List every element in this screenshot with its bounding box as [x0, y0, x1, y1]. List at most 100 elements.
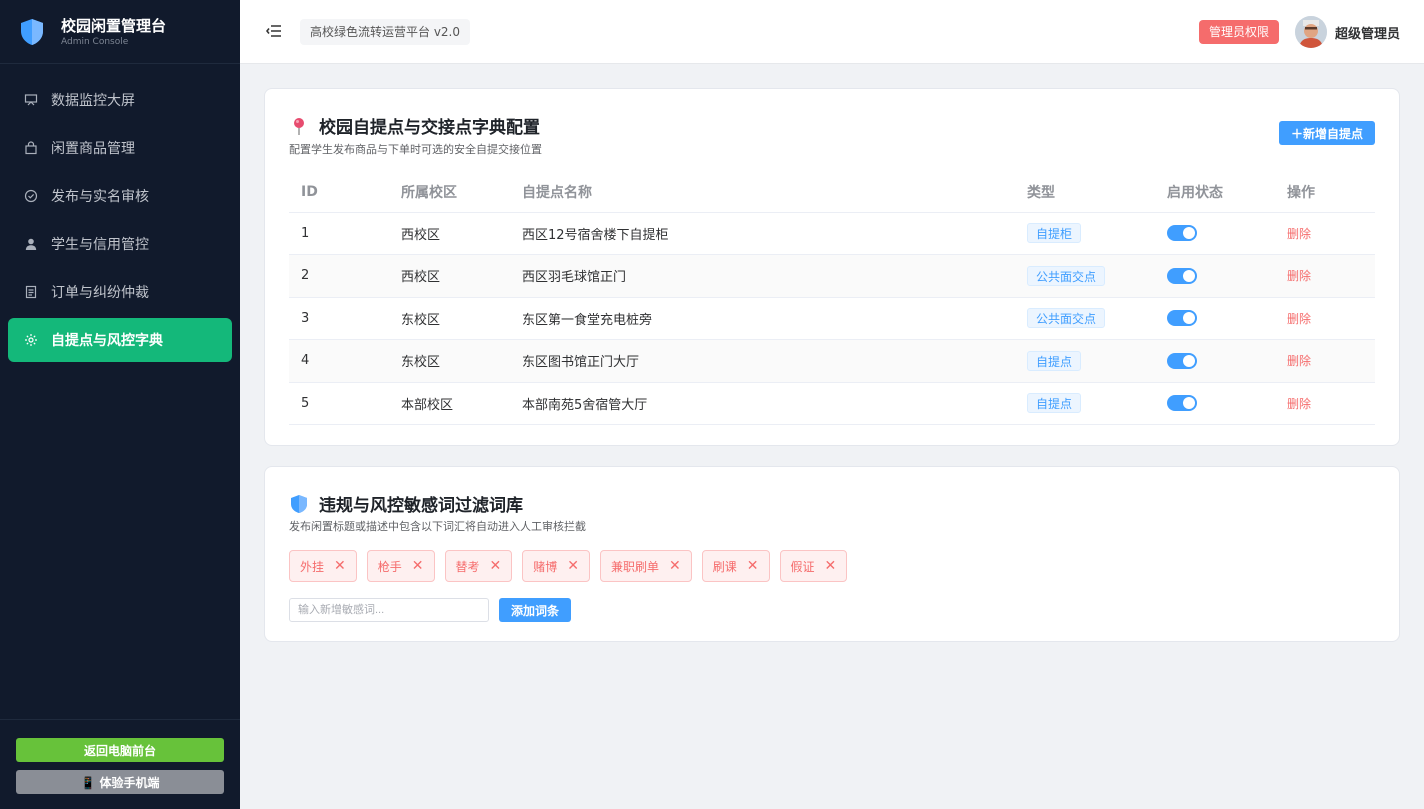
- cell-id: 5: [289, 382, 389, 425]
- add-pickup-button[interactable]: ＋新增自提点: [1279, 121, 1375, 145]
- cell-status: [1155, 339, 1275, 383]
- gear-icon: [24, 333, 38, 347]
- cell-action: 删除: [1275, 382, 1375, 425]
- close-icon[interactable]: ✕: [490, 558, 502, 574]
- word-tag: 假证 ✕: [779, 550, 848, 582]
- pickup-points-card: 校园自提点与交接点字典配置 配置学生发布商品与下单时可选的安全自提交接位置 ＋新…: [264, 88, 1400, 446]
- close-icon[interactable]: ✕: [412, 558, 424, 574]
- table-row: 1 西校区 西区12号宿舍楼下自提柜 自提柜 删除: [289, 212, 1375, 255]
- type-tag: 自提点: [1027, 350, 1082, 371]
- type-tag: 自提柜: [1027, 223, 1082, 244]
- words-card-title: 违规与风控敏感词过滤词库: [289, 491, 523, 516]
- sidebar-item-dictionary[interactable]: 自提点与风控字典: [8, 318, 232, 362]
- delete-link[interactable]: 删除: [1287, 269, 1311, 283]
- column-header-name[interactable]: 自提点名称: [510, 173, 1015, 213]
- sidebar-item-label: 闲置商品管理: [51, 141, 135, 157]
- delete-link[interactable]: 删除: [1287, 227, 1311, 241]
- words-subtitle: 发布闲置标题或描述中包含以下词汇将自动进入人工审核拦截: [289, 520, 586, 533]
- cell-name: 西区12号宿舍楼下自提柜: [510, 212, 1015, 255]
- pickup-card-title: 校园自提点与交接点字典配置: [289, 113, 540, 138]
- brand: 校园闲置管理台 Admin Console: [0, 0, 240, 64]
- enabled-toggle[interactable]: [1167, 225, 1197, 242]
- cell-action: 删除: [1275, 339, 1375, 383]
- user-icon: [24, 237, 38, 251]
- sidebar-footer: 返回电脑前台 📱 体验手机端: [0, 719, 240, 809]
- menu-fold-icon[interactable]: [266, 24, 282, 38]
- monitor-icon: [24, 93, 38, 107]
- word-tag: 枪手 ✕: [366, 550, 435, 582]
- word-tag: 刷课 ✕: [701, 550, 770, 582]
- word-tag-label: 兼职刷单: [611, 559, 660, 574]
- brand-title: 校园闲置管理台: [61, 16, 167, 35]
- column-header-id[interactable]: ID: [289, 173, 389, 213]
- table-row: 2 西校区 西区羽毛球馆正门 公共面交点 删除: [289, 254, 1375, 298]
- cell-status: [1155, 254, 1275, 298]
- sidebar: 校园闲置管理台 Admin Console 数据监控大屏 闲置商品管理 发布与实…: [0, 0, 240, 809]
- sidebar-item-audit[interactable]: 发布与实名审核: [8, 174, 232, 218]
- top-header: 高校绿色流转运营平台 v2.0 管理员权限 超级管理员: [240, 0, 1424, 64]
- map-pin-icon: [294, 117, 304, 135]
- pickup-title-text: 校园自提点与交接点字典配置: [319, 118, 540, 138]
- table-row: 4 东校区 东区图书馆正门大厅 自提点 删除: [289, 339, 1375, 383]
- new-word-input[interactable]: [289, 598, 489, 622]
- word-tag: 兼职刷单 ✕: [600, 550, 692, 582]
- sidebar-menu: 数据监控大屏 闲置商品管理 发布与实名审核 学生与信用管控 订单与纠纷仲裁 自提…: [0, 64, 240, 362]
- close-icon[interactable]: ✕: [747, 558, 759, 574]
- close-icon[interactable]: ✕: [567, 558, 579, 574]
- column-header-status[interactable]: 启用状态: [1155, 173, 1275, 213]
- close-icon[interactable]: ✕: [825, 558, 837, 574]
- close-icon[interactable]: ✕: [334, 558, 346, 574]
- column-header-campus[interactable]: 所属校区: [389, 173, 510, 213]
- cell-type: 自提点: [1015, 382, 1155, 425]
- enabled-toggle[interactable]: [1167, 310, 1197, 327]
- table-row: 3 东校区 东区第一食堂充电桩旁 公共面交点 删除: [289, 297, 1375, 340]
- type-tag: 公共面交点: [1027, 265, 1106, 286]
- enabled-toggle[interactable]: [1167, 395, 1197, 412]
- enabled-toggle[interactable]: [1167, 352, 1197, 369]
- check-circle-icon: [24, 189, 38, 203]
- cell-status: [1155, 382, 1275, 425]
- add-word-button[interactable]: 添加词条: [499, 598, 571, 622]
- cell-campus: 东校区: [389, 297, 510, 340]
- sidebar-item-label: 发布与实名审核: [51, 189, 149, 205]
- delete-link[interactable]: 删除: [1287, 397, 1311, 411]
- cell-campus: 本部校区: [389, 382, 510, 425]
- cell-action: 删除: [1275, 212, 1375, 255]
- shield-logo-icon: [21, 18, 43, 45]
- sidebar-item-students[interactable]: 学生与信用管控: [8, 222, 232, 266]
- word-tag-label: 外挂: [300, 559, 325, 574]
- cell-id: 1: [289, 212, 389, 255]
- avatar-image: [1295, 16, 1327, 48]
- sidebar-item-orders[interactable]: 订单与纠纷仲裁: [8, 270, 232, 314]
- enabled-toggle[interactable]: [1167, 267, 1197, 284]
- cell-id: 4: [289, 339, 389, 383]
- sidebar-item-label: 自提点与风控字典: [51, 333, 163, 349]
- word-tag-label: 替考: [455, 559, 480, 574]
- sidebar-item-label: 学生与信用管控: [51, 237, 149, 253]
- cell-name: 东区第一食堂充电桩旁: [510, 297, 1015, 340]
- role-badge: 管理员权限: [1199, 20, 1279, 44]
- word-tag: 外挂 ✕: [289, 550, 357, 582]
- word-tag: 替考 ✕: [444, 550, 513, 582]
- sidebar-item-goods[interactable]: 闲置商品管理: [8, 126, 232, 170]
- sensitive-word-list: 外挂 ✕ 枪手 ✕ 替考 ✕ 赌博 ✕ 兼职刷单 ✕ 刷课 ✕ 假证 ✕: [289, 550, 857, 582]
- back-to-pc-button[interactable]: 返回电脑前台: [16, 738, 224, 762]
- word-tag-label: 假证: [790, 559, 815, 574]
- sidebar-item-monitor[interactable]: 数据监控大屏: [8, 78, 232, 122]
- words-title-text: 违规与风控敏感词过滤词库: [319, 496, 523, 516]
- avatar[interactable]: [1295, 16, 1327, 48]
- document-icon: [24, 285, 38, 299]
- type-tag: 公共面交点: [1027, 308, 1106, 329]
- cell-action: 删除: [1275, 297, 1375, 340]
- delete-link[interactable]: 删除: [1287, 312, 1311, 326]
- cell-id: 2: [289, 254, 389, 298]
- cell-campus: 西校区: [389, 212, 510, 255]
- admin-name[interactable]: 超级管理员: [1335, 23, 1400, 42]
- brand-subtitle: Admin Console: [61, 36, 129, 47]
- mobile-experience-button[interactable]: 📱 体验手机端: [16, 770, 224, 794]
- close-icon[interactable]: ✕: [669, 558, 681, 574]
- delete-link[interactable]: 删除: [1287, 354, 1311, 368]
- type-tag: 自提点: [1027, 393, 1082, 414]
- column-header-type[interactable]: 类型: [1015, 173, 1155, 213]
- word-tag: 赌博 ✕: [522, 550, 590, 582]
